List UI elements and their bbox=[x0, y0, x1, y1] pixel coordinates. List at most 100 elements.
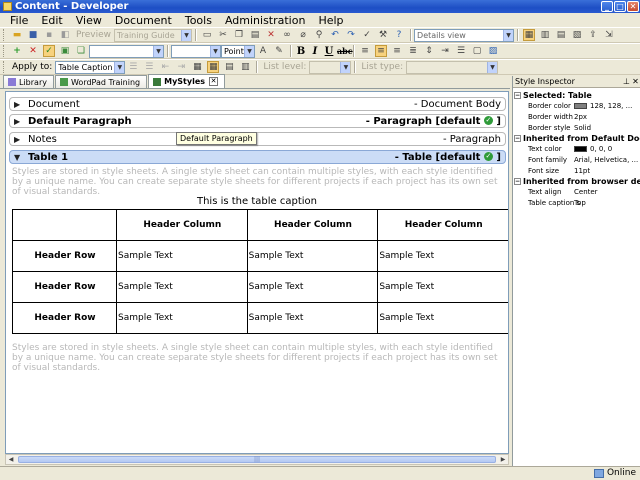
cell-props-icon[interactable]: ▥ bbox=[239, 61, 251, 73]
menu-administration[interactable]: Administration bbox=[219, 14, 313, 27]
style-row-table-1[interactable]: ▼ Table 1 - Table [default ✓ ] bbox=[9, 150, 506, 164]
open-folder-icon[interactable]: ▬ bbox=[11, 29, 23, 41]
highlight-icon[interactable]: ✎ bbox=[273, 45, 285, 57]
tab-mystyles[interactable]: MyStyles ✕ bbox=[148, 74, 226, 88]
minimize-button[interactable]: _ bbox=[601, 1, 613, 12]
expand-arrow-icon[interactable]: ▶ bbox=[14, 135, 28, 144]
menu-help[interactable]: Help bbox=[312, 14, 350, 27]
import-icon[interactable]: ▣ bbox=[59, 45, 71, 57]
inspector-section[interactable]: − Inherited from Default Documen bbox=[514, 133, 640, 143]
collapse-icon[interactable]: − bbox=[514, 91, 521, 99]
help-icon[interactable]: ? bbox=[393, 29, 405, 41]
size-unit-combo[interactable]: Points ▼ bbox=[221, 44, 255, 58]
link-icon[interactable]: ∞ bbox=[281, 29, 293, 41]
document-editor[interactable]: ▶ Document - Document Body ▶ Default Par… bbox=[5, 91, 509, 454]
close-window-button[interactable]: ✕ bbox=[627, 1, 639, 12]
save-all-icon[interactable]: ▪ bbox=[43, 29, 55, 41]
preview-icon[interactable]: ◧ bbox=[59, 29, 71, 41]
table-grid-icon[interactable]: ▦ bbox=[191, 61, 203, 73]
collapse-icon[interactable]: − bbox=[514, 177, 521, 185]
inspector-section[interactable]: − Inherited from browser defaults bbox=[514, 176, 640, 186]
close-panel-icon[interactable]: ✕ bbox=[631, 77, 640, 86]
preview-button[interactable]: Preview bbox=[76, 30, 111, 40]
collapse-icon[interactable]: − bbox=[514, 134, 521, 142]
menu-document[interactable]: Document bbox=[109, 14, 179, 27]
border-icon[interactable]: ▢ bbox=[471, 45, 483, 57]
redo-icon[interactable]: ↷ bbox=[345, 29, 357, 41]
design-view-icon[interactable]: ▦ bbox=[523, 29, 536, 41]
delete-icon[interactable]: ✕ bbox=[265, 29, 277, 41]
align-right-icon[interactable]: ≡ bbox=[391, 45, 403, 57]
collapse-arrow-icon[interactable]: ▼ bbox=[14, 153, 28, 162]
tools-icon[interactable]: ⚒ bbox=[377, 29, 389, 41]
chevron-down-icon: ▼ bbox=[210, 45, 220, 57]
bold-icon[interactable]: B bbox=[295, 46, 307, 57]
align-left-icon[interactable]: ≡ bbox=[359, 45, 371, 57]
menu-edit[interactable]: Edit bbox=[35, 14, 69, 27]
pin-icon[interactable]: ⊥ bbox=[622, 77, 631, 86]
print-icon[interactable]: ▭ bbox=[201, 29, 213, 41]
style-row-notes[interactable]: ▶ Notes - Paragraph bbox=[9, 132, 506, 146]
underline-icon[interactable]: U bbox=[323, 46, 335, 57]
list-bullets-icon[interactable]: ☰ bbox=[127, 61, 139, 73]
toolbar-grip[interactable] bbox=[3, 45, 6, 57]
style-row-document[interactable]: ▶ Document - Document Body bbox=[9, 97, 506, 111]
toolbar-grip[interactable] bbox=[3, 61, 6, 73]
cut-icon[interactable]: ✂ bbox=[217, 29, 229, 41]
cancel-icon[interactable]: ✕ bbox=[27, 45, 39, 57]
expand-arrow-icon[interactable]: ▶ bbox=[14, 100, 28, 109]
source-view-icon[interactable]: ▤ bbox=[555, 29, 567, 41]
horizontal-scrollbar[interactable]: ◀ ||| ▶ bbox=[5, 454, 509, 465]
scroll-right-icon[interactable]: ▶ bbox=[498, 455, 508, 464]
copy-style-icon[interactable]: ❏ bbox=[75, 45, 87, 57]
list-type-combo[interactable]: ▼ bbox=[406, 60, 499, 74]
publish-icon[interactable]: ⇪ bbox=[587, 29, 599, 41]
italic-icon[interactable]: I bbox=[309, 46, 321, 57]
table-props-icon[interactable]: ▤ bbox=[223, 61, 235, 73]
expand-arrow-icon[interactable]: ▶ bbox=[14, 117, 28, 126]
tab-library[interactable]: Library bbox=[3, 75, 54, 88]
style-row-default-paragraph[interactable]: ▶ Default Paragraph - Paragraph [default… bbox=[9, 114, 506, 128]
copy-icon[interactable]: ❐ bbox=[233, 29, 245, 41]
font-combo[interactable]: ▼ bbox=[171, 44, 221, 58]
list-numbers-icon[interactable]: ☰ bbox=[143, 61, 155, 73]
fill-color-icon[interactable]: ▨ bbox=[487, 45, 499, 57]
style-combo[interactable]: ▼ bbox=[89, 44, 164, 58]
outdent-icon[interactable]: ⇤ bbox=[159, 61, 171, 73]
strikethrough-icon[interactable]: abc bbox=[337, 46, 353, 56]
menu-tools[interactable]: Tools bbox=[179, 14, 219, 27]
undo-icon[interactable]: ↶ bbox=[329, 29, 341, 41]
apply-to-combo[interactable]: Table Caption ▼ bbox=[55, 60, 126, 74]
scrollbar-thumb[interactable]: ||| bbox=[18, 456, 496, 463]
paste-icon[interactable]: ▤ bbox=[249, 29, 261, 41]
spell-check-icon[interactable]: ✓ bbox=[361, 29, 373, 41]
list-level-combo[interactable]: ▼ bbox=[309, 60, 352, 74]
close-tab-icon[interactable]: ✕ bbox=[209, 77, 219, 86]
menu-file[interactable]: File bbox=[4, 14, 35, 27]
accept-icon[interactable]: ✓ bbox=[43, 45, 55, 57]
menu-view[interactable]: View bbox=[70, 14, 109, 27]
export-icon[interactable]: ⇲ bbox=[603, 29, 615, 41]
font-color-icon[interactable]: A bbox=[257, 45, 269, 57]
list-icon[interactable]: ☰ bbox=[455, 45, 467, 57]
indent-icon[interactable]: ⇥ bbox=[439, 45, 451, 57]
add-icon[interactable]: + bbox=[11, 45, 23, 57]
align-center-icon[interactable]: ≡ bbox=[375, 45, 387, 57]
scroll-left-icon[interactable]: ◀ bbox=[6, 455, 16, 464]
table-icon[interactable]: ▦ bbox=[207, 61, 220, 73]
indent-more-icon[interactable]: ⇥ bbox=[175, 61, 187, 73]
justify-icon[interactable]: ≣ bbox=[407, 45, 419, 57]
unlink-icon[interactable]: ⌀ bbox=[297, 29, 309, 41]
tab-wordpad-training[interactable]: WordPad Training bbox=[54, 75, 148, 88]
save-icon[interactable]: ■ bbox=[27, 29, 39, 41]
spacing-icon[interactable]: ⇕ bbox=[423, 45, 435, 57]
preview-view-icon[interactable]: ▧ bbox=[571, 29, 583, 41]
property-key: Border color bbox=[528, 101, 571, 110]
toolbar-grip[interactable] bbox=[3, 29, 6, 41]
template-combo[interactable]: Training Guide ▼ bbox=[114, 28, 193, 42]
view-combo[interactable]: Details view ▼ bbox=[414, 28, 515, 42]
find-icon[interactable]: ⚲ bbox=[313, 29, 325, 41]
split-view-icon[interactable]: ▥ bbox=[539, 29, 551, 41]
inspector-section[interactable]: − Selected: Table bbox=[514, 90, 640, 100]
maximize-button[interactable]: □ bbox=[614, 1, 626, 12]
